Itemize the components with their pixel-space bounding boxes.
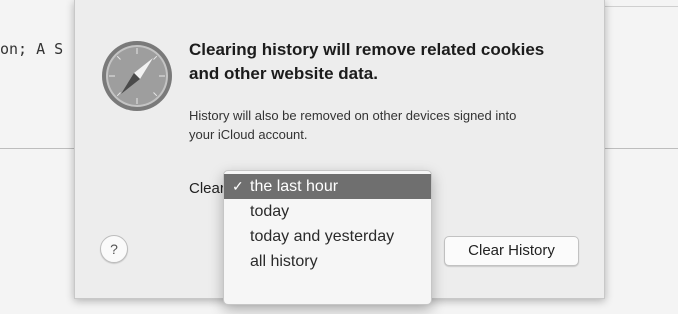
menu-item-the-last-hour[interactable]: ✓ the last hour xyxy=(224,174,431,199)
clear-history-button[interactable]: Clear History xyxy=(444,236,579,266)
menu-item-label: today xyxy=(250,203,290,220)
time-range-dropdown-menu[interactable]: ✓ the last hour today today and yesterda… xyxy=(223,170,432,305)
menu-item-label: today and yesterday xyxy=(250,228,395,245)
background-divider-left xyxy=(0,148,74,149)
menu-item-label: the last hour xyxy=(250,178,339,195)
dialog-title: Clearing history will remove related coo… xyxy=(189,38,569,86)
menu-item-today[interactable]: today xyxy=(224,199,431,224)
menu-item-label: all history xyxy=(250,253,318,270)
dialog-title-line-1: Clearing history will remove related coo… xyxy=(189,40,545,59)
dialog-title-line-2: and other website data. xyxy=(189,64,378,83)
safari-compass-icon xyxy=(102,41,172,111)
dialog-description-line-2: your iCloud account. xyxy=(189,127,308,142)
dialog-description-line-1: History will also be removed on other de… xyxy=(189,108,517,123)
menu-item-today-and-yesterday[interactable]: today and yesterday xyxy=(224,224,431,249)
menu-item-all-history[interactable]: all history xyxy=(224,249,431,274)
background-window-text: on; A S xyxy=(0,40,64,58)
help-button[interactable]: ? xyxy=(100,235,128,263)
checkmark-icon: ✓ xyxy=(232,178,244,194)
dialog-description: History will also be removed on other de… xyxy=(189,106,579,144)
background-divider-right xyxy=(603,148,678,149)
background-divider-top xyxy=(603,6,678,7)
